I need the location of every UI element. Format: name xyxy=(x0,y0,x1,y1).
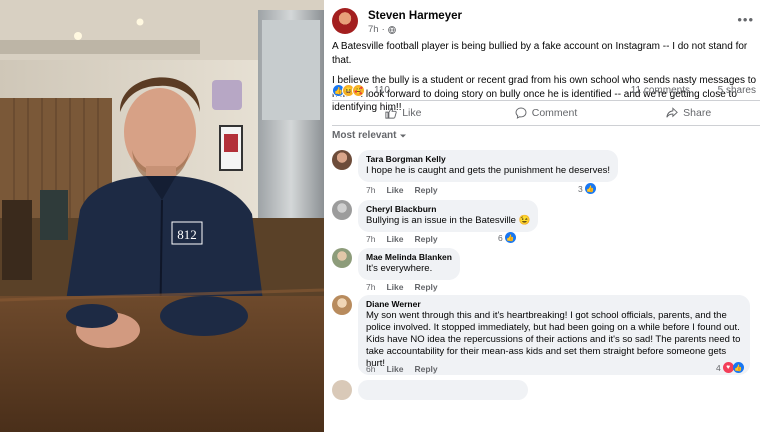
comment-reaction-count: 6 xyxy=(498,232,503,243)
comment-reply-button[interactable]: Reply xyxy=(414,364,437,374)
comment-text: My son went through this and it's heartb… xyxy=(366,310,741,369)
reaction-icons[interactable]: 👍 😆 🥰 xyxy=(332,84,365,97)
comment-item-partial xyxy=(332,380,760,432)
shares-count[interactable]: 5 shares xyxy=(718,85,756,96)
comment-item: Tara Borgman Kelly I hope he is caught a… xyxy=(332,150,760,196)
comment-text: It's everywhere. xyxy=(366,263,433,274)
comment-text: Bullying is an issue in the Batesville 😉 xyxy=(366,215,531,226)
comment-actions: 6h Like Reply xyxy=(366,364,438,374)
comment-reaction-count: 4 xyxy=(716,362,721,373)
comment-bubble xyxy=(358,380,528,400)
post-meta: 7h · xyxy=(368,24,396,35)
comment-reactions[interactable]: 4 ♥ 👍 xyxy=(716,362,744,373)
facebook-post: Steven Harmeyer 7h · ••• A Batesville fo… xyxy=(324,0,768,432)
commenter-avatar[interactable] xyxy=(332,150,352,170)
post-header: Steven Harmeyer 7h · ••• xyxy=(332,8,760,36)
share-icon xyxy=(666,107,678,118)
comment-item: Cheryl Blackburn Bullying is an issue in… xyxy=(332,200,760,246)
share-button[interactable]: Share xyxy=(617,101,760,125)
like-button[interactable]: Like xyxy=(332,101,475,125)
reaction-count[interactable]: 110 xyxy=(374,85,390,96)
commenter-avatar[interactable] xyxy=(332,295,352,315)
author-name[interactable]: Steven Harmeyer xyxy=(368,10,462,22)
thumbs-up-icon xyxy=(385,107,397,119)
commenter-name[interactable]: Diane Werner xyxy=(366,299,742,310)
comment-bubble: Cheryl Blackburn Bullying is an issue in… xyxy=(358,200,539,232)
like-reaction-icon: 👍 xyxy=(584,183,596,194)
comment-bubble: Tara Borgman Kelly I hope he is caught a… xyxy=(358,150,618,182)
sort-label: Most relevant xyxy=(332,130,397,141)
comment-actions: 7h Like Reply xyxy=(366,282,438,292)
comment-time[interactable]: 7h xyxy=(366,282,375,292)
globe-icon xyxy=(387,25,396,34)
comment-text: I hope he is caught and gets the punishm… xyxy=(366,165,610,176)
like-reaction-icon: 👍 xyxy=(504,232,516,243)
commenter-avatar[interactable] xyxy=(332,200,352,220)
like-reaction-icon: 👍 xyxy=(732,362,744,373)
meta-separator: · xyxy=(381,24,385,35)
jacket-logo-text: 812 xyxy=(177,227,197,242)
commenter-name[interactable]: Mae Melinda Blanken xyxy=(366,252,452,263)
comment-time[interactable]: 7h xyxy=(366,185,375,195)
comment-reaction-count: 3 xyxy=(578,183,583,194)
like-button-label: Like xyxy=(402,107,422,119)
author-avatar[interactable] xyxy=(332,8,358,34)
comment-item: Diane Werner My son went through this an… xyxy=(332,295,760,377)
commenter-avatar[interactable] xyxy=(332,380,352,400)
comment-reactions[interactable]: 6 👍 xyxy=(498,232,516,243)
post-action-bar: Like Comment Share xyxy=(332,100,760,126)
post-photo[interactable]: 812 xyxy=(0,0,324,432)
comment-item: Mae Melinda Blanken It's everywhere. 7h … xyxy=(332,248,760,294)
comment-reactions[interactable]: 3 👍 xyxy=(578,183,596,194)
photo-illustration: 812 xyxy=(0,0,324,432)
post-paragraph-1: A Batesville football player is being bu… xyxy=(332,41,748,66)
comments-count[interactable]: 11 comments xyxy=(631,85,690,96)
comment-like-button[interactable]: Like xyxy=(386,185,403,195)
reactions-summary: 👍 😆 🥰 110 11 comments 5 shares xyxy=(332,84,760,98)
comment-like-button[interactable]: Like xyxy=(386,234,403,244)
comment-time[interactable]: 6h xyxy=(366,364,375,374)
chevron-down-icon xyxy=(400,134,407,137)
comment-time[interactable]: 7h xyxy=(366,234,375,244)
comment-actions: 7h Like Reply xyxy=(366,185,438,195)
comment-icon xyxy=(515,107,527,119)
comment-sort-dropdown[interactable]: Most relevant xyxy=(332,130,407,141)
commenter-name[interactable]: Cheryl Blackburn xyxy=(366,204,530,215)
care-reaction-icon: 🥰 xyxy=(352,84,365,97)
share-button-label: Share xyxy=(683,107,712,119)
comment-actions: 7h Like Reply xyxy=(366,234,438,244)
more-options-button[interactable]: ••• xyxy=(737,12,754,27)
comment-reply-button[interactable]: Reply xyxy=(414,282,437,292)
commenter-avatar[interactable] xyxy=(332,248,352,268)
commenter-name[interactable]: Tara Borgman Kelly xyxy=(366,154,610,165)
comment-like-button[interactable]: Like xyxy=(386,282,403,292)
comment-button[interactable]: Comment xyxy=(475,101,618,125)
comment-reply-button[interactable]: Reply xyxy=(414,185,437,195)
post-time[interactable]: 7h xyxy=(368,24,379,35)
comment-bubble: Diane Werner My son went through this an… xyxy=(358,295,750,375)
comment-bubble: Mae Melinda Blanken It's everywhere. xyxy=(358,248,460,280)
comment-reply-button[interactable]: Reply xyxy=(414,234,437,244)
comment-button-label: Comment xyxy=(531,107,578,119)
comment-like-button[interactable]: Like xyxy=(386,364,403,374)
